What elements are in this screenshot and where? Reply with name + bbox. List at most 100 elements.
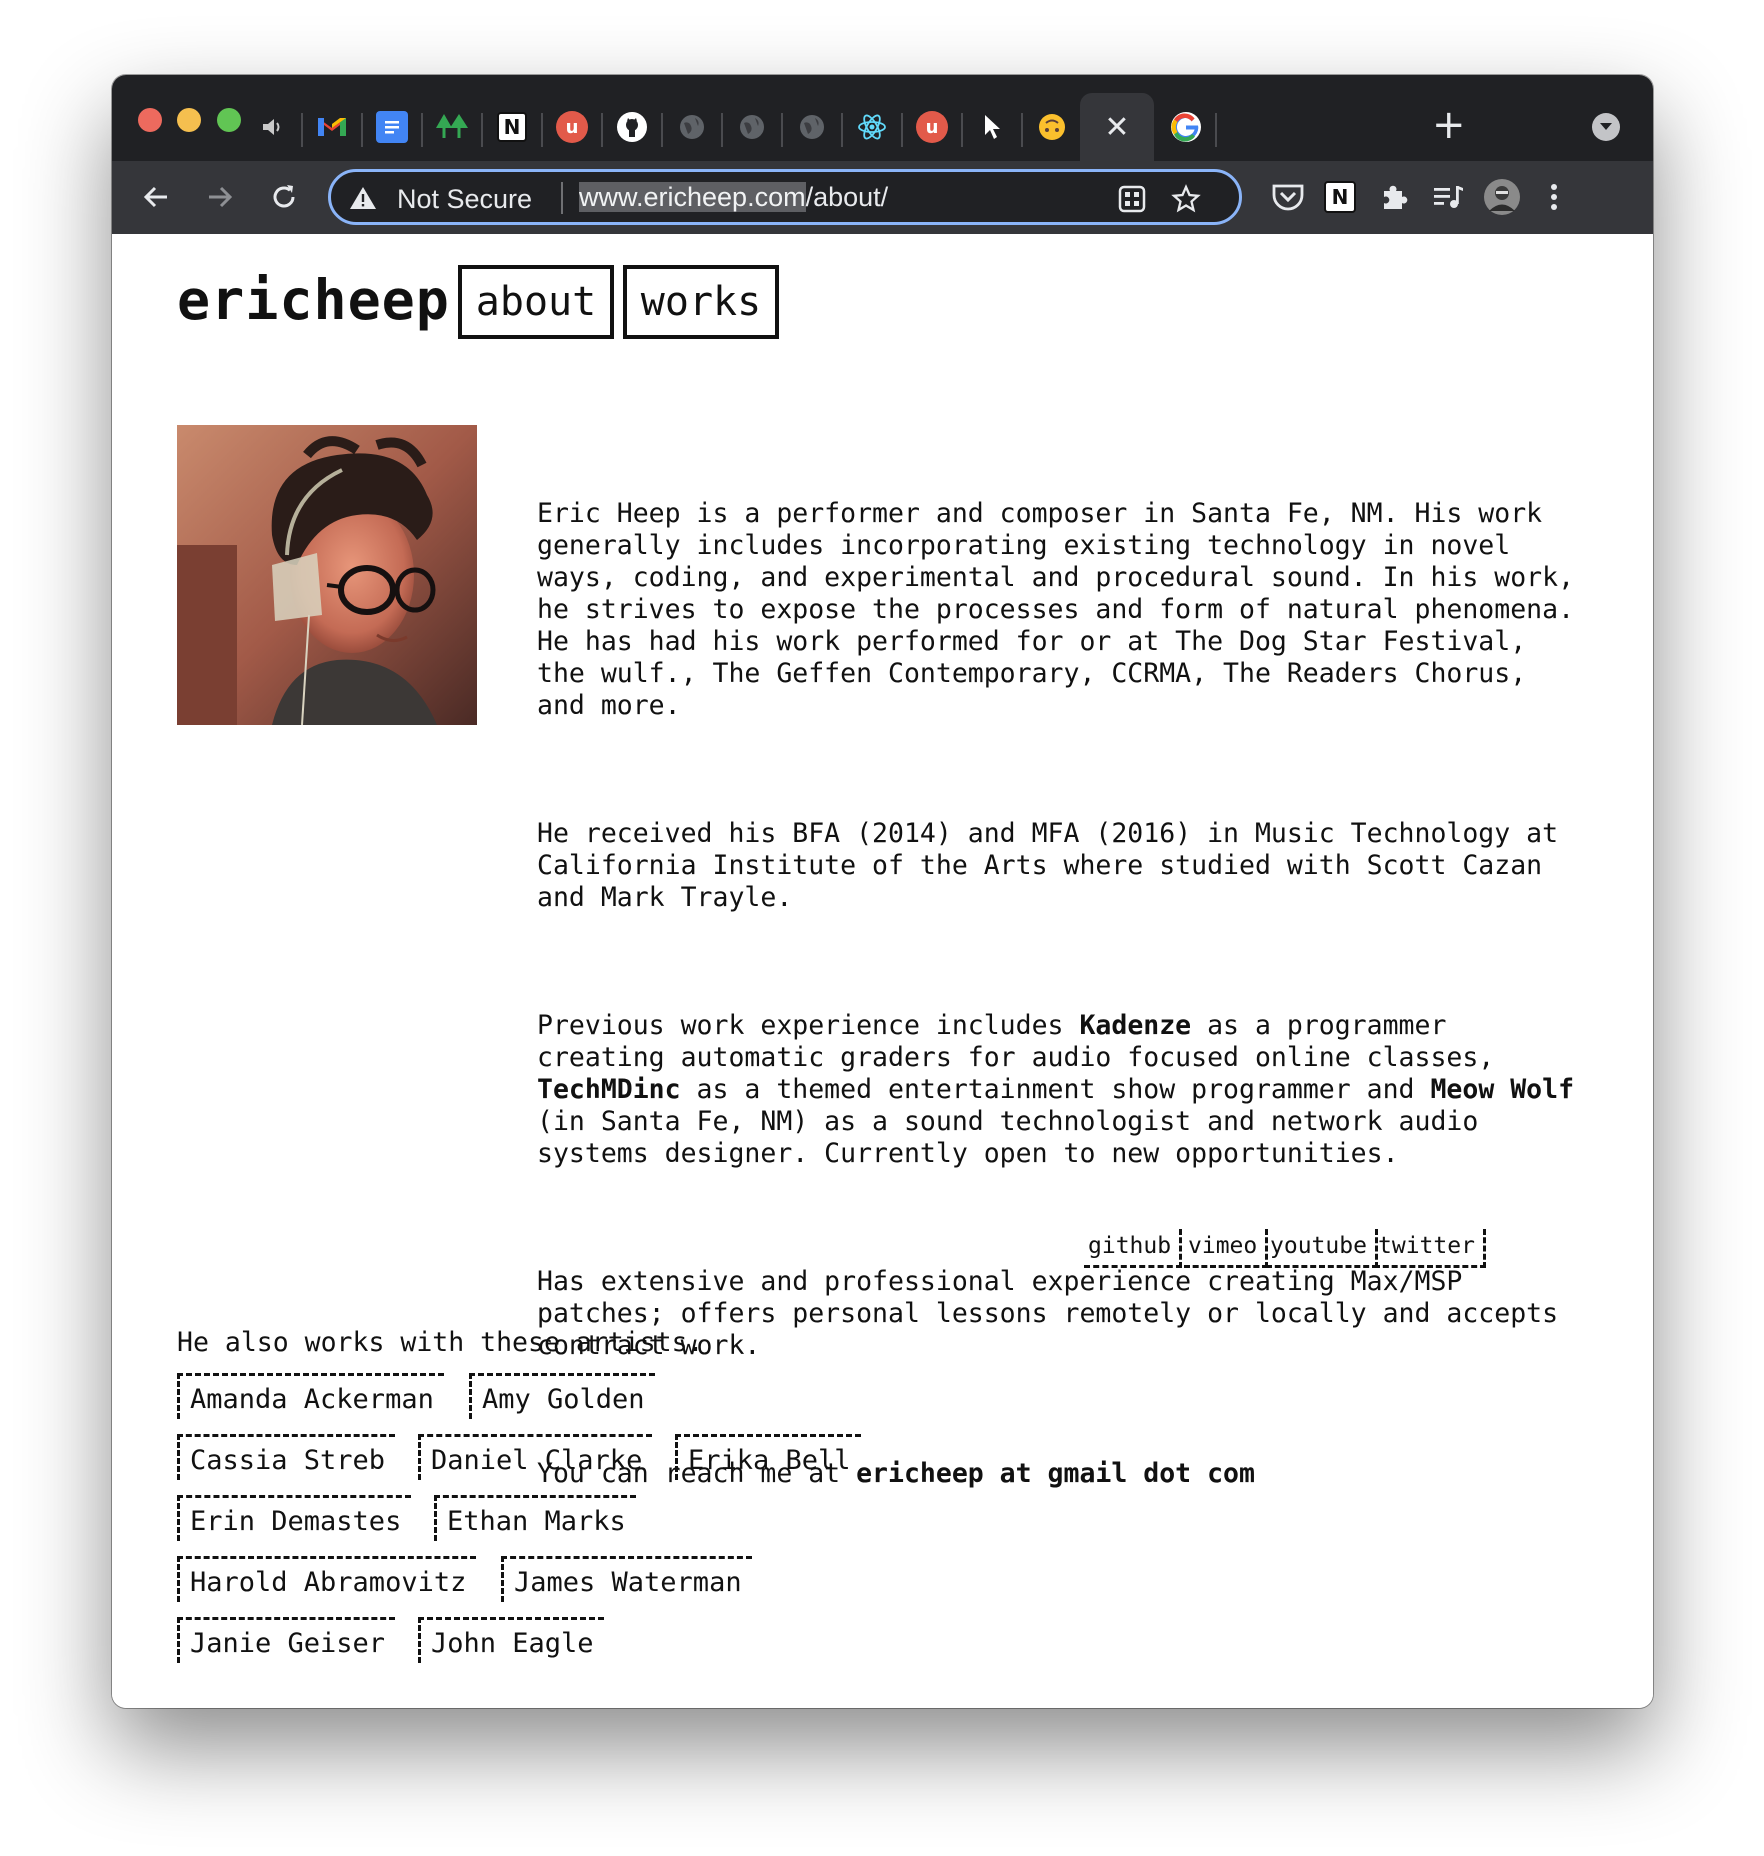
tab-notion[interactable]: N: [482, 93, 543, 161]
tab-globe-2[interactable]: [722, 93, 783, 161]
tab-emoji[interactable]: [1022, 93, 1082, 161]
forward-button[interactable]: [196, 173, 244, 221]
close-window-button[interactable]: [138, 108, 162, 132]
bio-text-run: as a themed entertainment show programme…: [680, 1074, 1431, 1105]
gmail-icon: [318, 118, 346, 136]
meow-wolf-link[interactable]: Meow Wolf: [1430, 1074, 1574, 1105]
extensions-button[interactable]: [1374, 177, 1414, 217]
notion-extension[interactable]: N: [1320, 177, 1360, 217]
nav-about-link[interactable]: about: [458, 265, 614, 339]
notion-icon: N: [1324, 181, 1356, 213]
nav-works-link[interactable]: works: [623, 265, 779, 339]
back-button[interactable]: [132, 173, 180, 221]
pocket-extension[interactable]: [1268, 177, 1308, 217]
globe-icon: [740, 115, 764, 139]
tab-github[interactable]: [602, 93, 663, 161]
forward-arrow-icon: [209, 186, 233, 208]
bio-text-run: Previous work experience includes: [537, 1010, 1080, 1041]
notion-icon: N: [497, 112, 527, 142]
tab-react[interactable]: [842, 93, 903, 161]
chrome-menu-button[interactable]: [1534, 177, 1574, 217]
bio-paragraph-2: He received his BFA (2014) and MFA (2016…: [537, 818, 1559, 913]
tab-audio[interactable]: [242, 93, 303, 161]
back-arrow-icon: [143, 186, 167, 208]
artist-link[interactable]: Cassia Streb: [177, 1434, 396, 1480]
kebab-menu-icon: [1551, 184, 1557, 210]
artist-link[interactable]: Amy Golden: [469, 1373, 655, 1419]
profile-photo: [177, 425, 477, 725]
techmdinc-link[interactable]: TechMDinc: [537, 1074, 681, 1105]
vimeo-link[interactable]: vimeo: [1184, 1229, 1269, 1268]
docs-icon: [376, 111, 408, 143]
github-link[interactable]: github: [1084, 1229, 1183, 1268]
pocket-icon: [1272, 184, 1304, 211]
artist-link[interactable]: Daniel Clarke: [418, 1434, 653, 1480]
zoom-window-button[interactable]: [217, 108, 241, 132]
site-brand[interactable]: ericheep: [177, 268, 450, 332]
artist-link[interactable]: Amanda Ackerman: [177, 1373, 444, 1419]
globe-icon: [800, 115, 824, 139]
bio-paragraph-1: Eric Heep is a performer and composer in…: [537, 498, 1575, 721]
react-icon: [858, 114, 886, 140]
profile-avatar[interactable]: [1482, 177, 1522, 217]
tab-active-ericheep[interactable]: ✕: [1080, 93, 1154, 161]
tab-u-app-2[interactable]: u: [902, 93, 963, 161]
omnibox-divider: [561, 182, 563, 214]
address-bar[interactable]: Not Secure www.ericheep.com/about/: [328, 169, 1242, 225]
globe-icon: [680, 115, 704, 139]
media-controls-button[interactable]: [1428, 177, 1468, 217]
tab-u-app[interactable]: u: [542, 93, 603, 161]
url-domain: www.ericheep.com: [579, 182, 806, 212]
chevron-down-icon: [1600, 123, 1612, 130]
new-tab-button[interactable]: +: [1432, 105, 1466, 145]
reload-icon: [273, 185, 295, 208]
tab-globe-3[interactable]: [782, 93, 843, 161]
bio-paragraph-3: Previous work experience includes Kadenz…: [537, 1010, 1617, 1170]
tab-google[interactable]: [1156, 93, 1217, 161]
trees-icon: [436, 114, 468, 138]
puzzle-piece-icon: [1384, 185, 1408, 209]
artist-link[interactable]: Ethan Marks: [434, 1495, 636, 1541]
avatar: [1484, 179, 1520, 215]
browser-toolbar: Not Secure www.ericheep.com/about/ N: [112, 161, 1653, 234]
tab-gmail[interactable]: [302, 93, 363, 161]
artist-link[interactable]: Janie Geiser: [177, 1617, 396, 1663]
minimize-window-button[interactable]: [177, 108, 201, 132]
twitter-link[interactable]: twitter: [1374, 1229, 1486, 1268]
artist-link[interactable]: Erin Demastes: [177, 1495, 412, 1541]
artist-link[interactable]: James Waterman: [501, 1556, 752, 1602]
tab-google-docs[interactable]: [362, 93, 423, 161]
u-app-icon: u: [916, 111, 948, 143]
security-label[interactable]: Not Secure: [397, 184, 532, 215]
upside-down-face-icon: [1039, 114, 1065, 140]
artist-link[interactable]: John Eagle: [418, 1617, 604, 1663]
google-icon: [1171, 112, 1201, 142]
tab-globe-1[interactable]: [662, 93, 723, 161]
tab-cursor[interactable]: [962, 93, 1023, 161]
github-icon: [617, 112, 647, 142]
warning-icon: [350, 187, 376, 209]
artists-heading: He also works with these artists.: [177, 1327, 704, 1358]
close-icon[interactable]: ✕: [1104, 110, 1129, 145]
page-content: ericheep about works Eric Heep is a perf…: [112, 234, 1653, 1708]
speaker-icon: [263, 119, 280, 135]
tab-strip: N u u ✕ +: [112, 75, 1653, 161]
browser-window: N u u ✕ + Not Secure www.ericheep.com/ab…: [112, 75, 1653, 1708]
bio-text-run: (in Santa Fe, NM) as a sound technologis…: [537, 1106, 1479, 1169]
url-text[interactable]: www.ericheep.com/about/: [579, 182, 888, 213]
playlist-music-icon: [1434, 186, 1463, 208]
u-app-icon: u: [556, 111, 588, 143]
bookmark-star-icon[interactable]: [1171, 184, 1201, 214]
youtube-link[interactable]: youtube: [1266, 1229, 1378, 1268]
url-path: /about/: [805, 182, 889, 212]
artist-link[interactable]: Harold Abramovitz: [177, 1556, 477, 1602]
cursor-icon: [985, 115, 1000, 139]
tab-grid-icon[interactable]: [1117, 184, 1147, 214]
email-text: ericheep at gmail dot com: [856, 1458, 1255, 1489]
bio-text: Eric Heep is a performer and composer in…: [537, 434, 1617, 1586]
artist-link[interactable]: Erika Bell: [675, 1434, 861, 1480]
reload-button[interactable]: [260, 173, 308, 221]
kadenze-link[interactable]: Kadenze: [1079, 1010, 1191, 1041]
tab-trees[interactable]: [422, 93, 483, 161]
tab-search-button[interactable]: [1592, 113, 1620, 141]
